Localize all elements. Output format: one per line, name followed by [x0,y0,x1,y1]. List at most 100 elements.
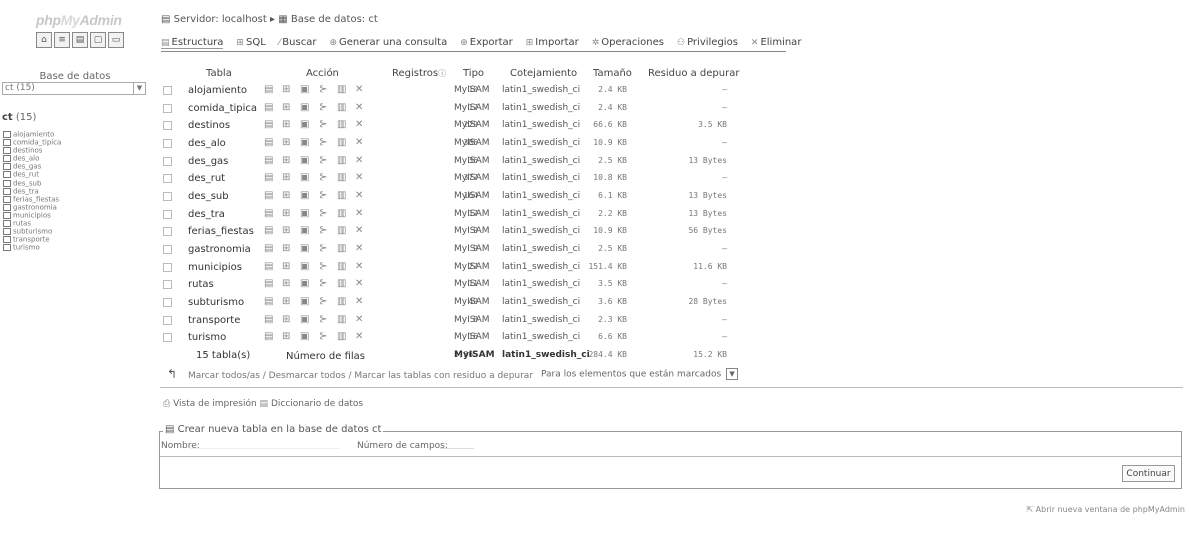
drop-icon[interactable]: ✕ [355,190,363,201]
phpmyadmin-logo[interactable]: phpMyAdmin [36,12,122,28]
table-name-link[interactable]: destinos [188,120,230,131]
browse-icon[interactable]: ▤ [264,296,273,307]
table-name-link[interactable]: turismo [188,332,226,343]
header-tipo[interactable]: Tipo [463,68,484,79]
browse-icon[interactable]: ▤ [264,102,273,113]
structure-icon[interactable]: ⊞ [282,119,290,130]
sql-query-icon[interactable]: ≡ [54,32,70,48]
insert-icon[interactable]: ⊱ [319,119,327,130]
search-icon[interactable]: ▣ [300,314,309,325]
row-checkbox[interactable] [163,103,172,113]
mark-all-links[interactable]: Marcar todos/as / Desmarcar todos / Marc… [188,371,533,381]
header-tamano[interactable]: Tamaño [593,68,632,79]
header-tabla[interactable]: Tabla [206,68,232,79]
structure-icon[interactable]: ⊞ [282,84,290,95]
insert-icon[interactable]: ⊱ [319,102,327,113]
header-residuo[interactable]: Residuo a depurar [648,68,739,79]
browse-icon[interactable]: ▤ [264,190,273,201]
reload-icon[interactable]: ▭ [108,32,124,48]
docs-icon[interactable]: ▤ [72,32,88,48]
drop-icon[interactable]: ✕ [355,331,363,342]
table-name-link[interactable]: ferias_fiestas [188,226,254,237]
browse-icon[interactable]: ▤ [264,137,273,148]
drop-icon[interactable]: ✕ [355,208,363,219]
structure-icon[interactable]: ⊞ [282,331,290,342]
wiki-icon[interactable]: ▢ [90,32,106,48]
continue-button[interactable]: Continuar [1122,465,1175,482]
structure-icon[interactable]: ⊞ [282,102,290,113]
table-name-link[interactable]: comida_tipica [188,103,257,114]
empty-icon[interactable]: ▥ [337,314,346,325]
tab-generar-consulta[interactable]: ⊕ Generar una consulta [329,37,447,49]
browse-icon[interactable]: ▤ [264,155,273,166]
browse-icon[interactable]: ▤ [264,84,273,95]
header-cotejamiento[interactable]: Cotejamiento [510,68,577,79]
browse-icon[interactable]: ▤ [264,119,273,130]
insert-icon[interactable]: ⊱ [319,172,327,183]
sidebar-item[interactable]: municipios [3,212,61,220]
search-icon[interactable]: ▣ [300,225,309,236]
structure-icon[interactable]: ⊞ [282,225,290,236]
table-name-link[interactable]: rutas [188,279,214,290]
search-icon[interactable]: ▣ [300,172,309,183]
insert-icon[interactable]: ⊱ [319,208,327,219]
row-checkbox[interactable] [163,227,172,237]
search-icon[interactable]: ▣ [300,278,309,289]
table-name-link[interactable]: des_gas [188,156,228,167]
drop-icon[interactable]: ✕ [355,296,363,307]
tab-importar[interactable]: ⊞ Importar [526,37,579,49]
empty-icon[interactable]: ▥ [337,296,346,307]
row-checkbox[interactable] [163,156,172,166]
insert-icon[interactable]: ⊱ [319,84,327,95]
browse-icon[interactable]: ▤ [264,208,273,219]
search-icon[interactable]: ▣ [300,331,309,342]
table-name-link[interactable]: des_sub [188,191,229,202]
browse-icon[interactable]: ▤ [264,331,273,342]
tab-estructura[interactable]: ▤ Estructura [161,37,224,49]
row-checkbox[interactable] [163,138,172,148]
row-checkbox[interactable] [163,333,172,343]
drop-icon[interactable]: ✕ [355,261,363,272]
table-name-link[interactable]: gastronomia [188,244,251,255]
help-icon[interactable]: ⓘ [438,69,446,78]
empty-icon[interactable]: ▥ [337,208,346,219]
tab-operaciones[interactable]: ✲ Operaciones [592,37,664,49]
table-name-link[interactable]: des_alo [188,138,226,149]
insert-icon[interactable]: ⊱ [319,314,327,325]
insert-icon[interactable]: ⊱ [319,261,327,272]
structure-icon[interactable]: ⊞ [282,261,290,272]
tab-buscar[interactable]: ⁄ Buscar [279,37,317,49]
breadcrumb-database[interactable]: Base de datos: ct [291,14,378,25]
empty-icon[interactable]: ▥ [337,225,346,236]
drop-icon[interactable]: ✕ [355,243,363,254]
row-checkbox[interactable] [163,262,172,272]
search-icon[interactable]: ▣ [300,208,309,219]
empty-icon[interactable]: ▥ [337,261,346,272]
structure-icon[interactable]: ⊞ [282,172,290,183]
table-name-input[interactable] [190,436,340,449]
table-name-link[interactable]: des_rut [188,173,225,184]
tab-eliminar[interactable]: ✕ Eliminar [751,37,802,49]
drop-icon[interactable]: ✕ [355,314,363,325]
empty-icon[interactable]: ▥ [337,331,346,342]
row-checkbox[interactable] [163,280,172,290]
insert-icon[interactable]: ⊱ [319,225,327,236]
drop-icon[interactable]: ✕ [355,155,363,166]
table-name-link[interactable]: alojamiento [188,85,247,96]
search-icon[interactable]: ▣ [300,296,309,307]
structure-icon[interactable]: ⊞ [282,296,290,307]
empty-icon[interactable]: ▥ [337,190,346,201]
row-checkbox[interactable] [163,244,172,254]
search-icon[interactable]: ▣ [300,155,309,166]
empty-icon[interactable]: ▥ [337,102,346,113]
row-checkbox[interactable] [163,121,172,131]
tab-sql[interactable]: ⊞ SQL [236,37,265,49]
print-view-link[interactable]: Vista de impresión [173,399,257,409]
fields-count-input[interactable] [440,436,474,449]
db-heading[interactable]: ct (15) [2,112,36,123]
structure-icon[interactable]: ⊞ [282,314,290,325]
drop-icon[interactable]: ✕ [355,102,363,113]
empty-icon[interactable]: ▥ [337,84,346,95]
row-checkbox[interactable] [163,297,172,307]
browse-icon[interactable]: ▤ [264,243,273,254]
